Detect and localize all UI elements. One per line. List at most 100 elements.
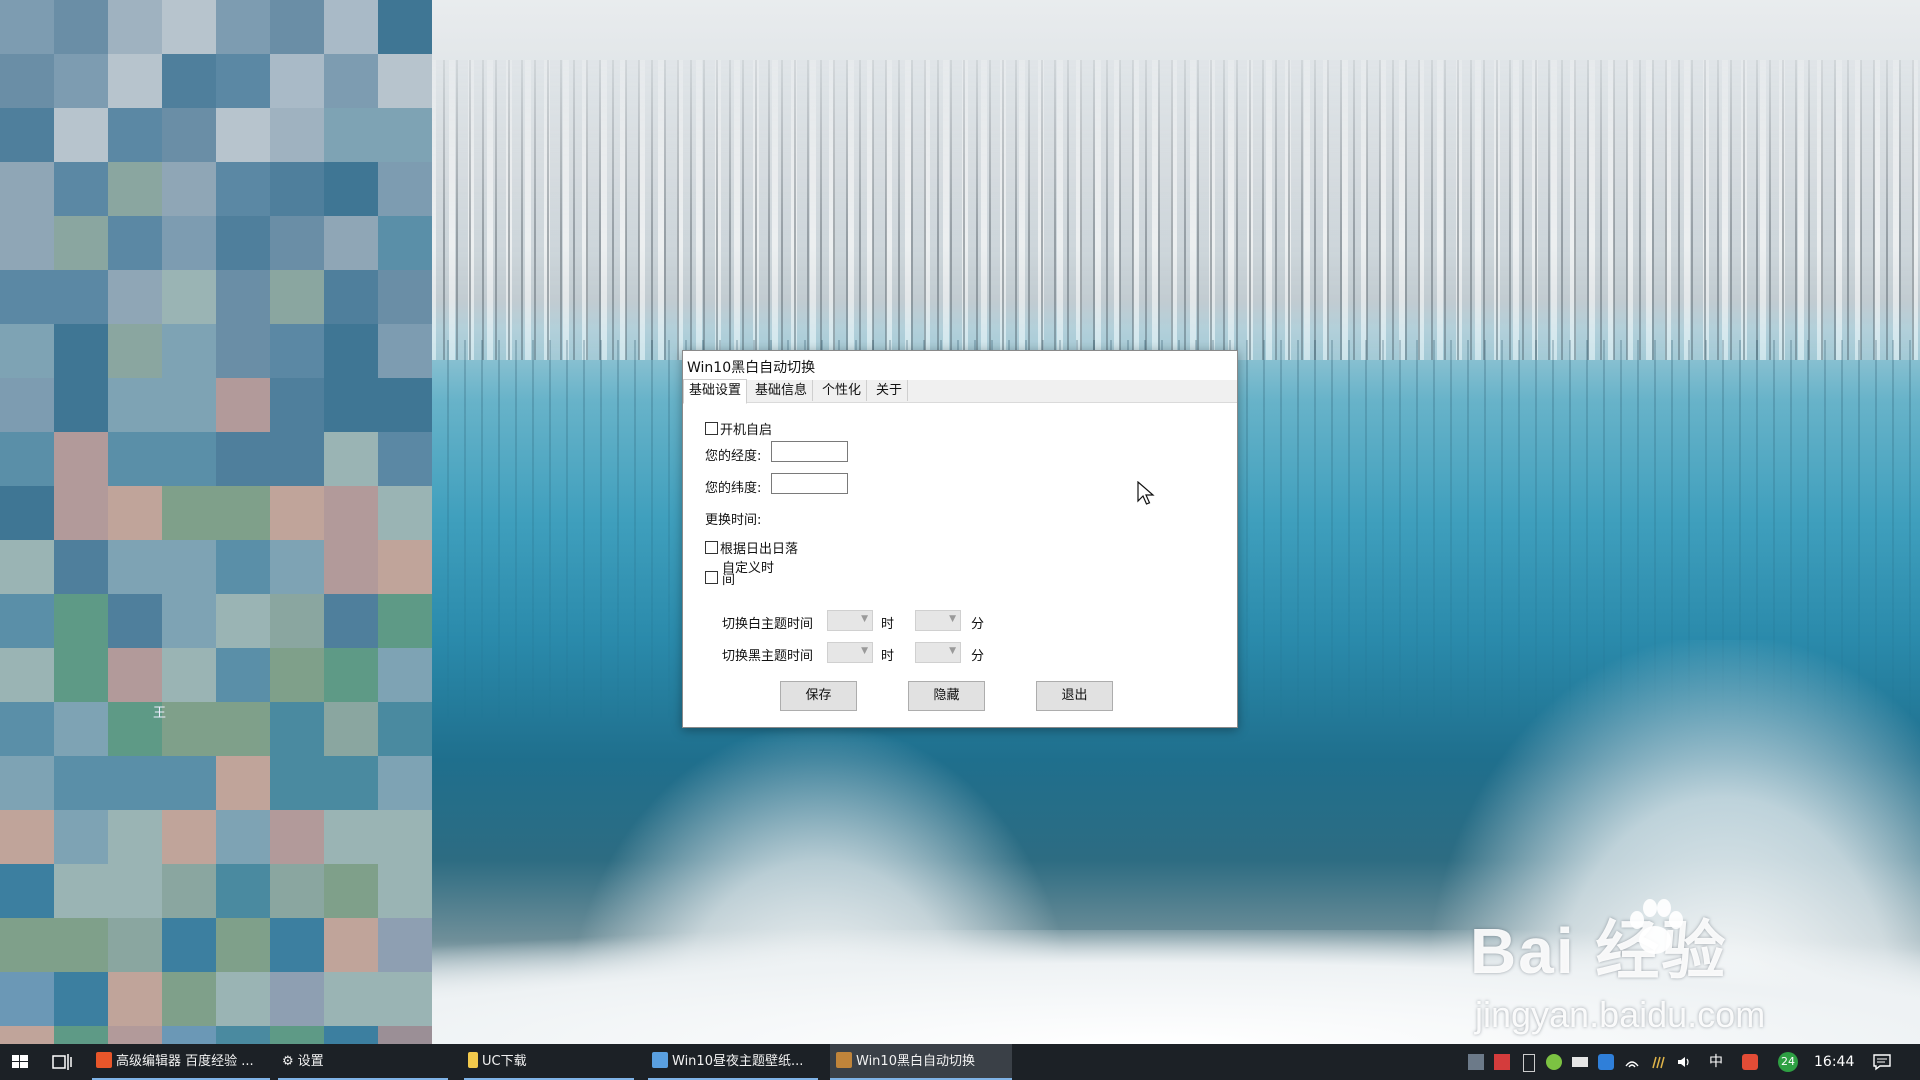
mosaic-tile: [54, 162, 108, 216]
mosaic-tile: [324, 756, 378, 810]
mosaic-tile: [0, 918, 54, 972]
autostart-checkbox[interactable]: [705, 422, 718, 435]
mail-icon[interactable]: [1494, 1054, 1510, 1070]
dark-minute-select[interactable]: ▼: [915, 642, 961, 663]
mosaic-tile: [378, 216, 432, 270]
taskbar-item-uc-download[interactable]: UC下载: [464, 1044, 634, 1080]
mosaic-tile: [378, 270, 432, 324]
mosaic-tile: [108, 918, 162, 972]
tab-basic-info[interactable]: 基础信息: [750, 380, 814, 401]
tab-strip: 基础设置 基础信息 个性化 关于: [683, 379, 1237, 404]
mosaic-tile: [0, 108, 54, 162]
hide-button[interactable]: 隐藏: [908, 681, 985, 711]
mosaic-tile: [0, 756, 54, 810]
mosaic-tile: [270, 324, 324, 378]
volume-icon[interactable]: [1676, 1054, 1692, 1070]
custom-time-label: 自定义时 间: [722, 561, 775, 588]
taskbar-item-editor[interactable]: 高级编辑器 百度经验 ...: [92, 1044, 270, 1080]
custom-time-option[interactable]: [705, 571, 720, 587]
mosaic-tile: [162, 432, 216, 486]
mosaic-tile: [162, 864, 216, 918]
mosaic-tile: [162, 702, 216, 756]
mosaic-tile: [162, 378, 216, 432]
mosaic-tile: [108, 756, 162, 810]
mosaic-tile: [54, 702, 108, 756]
mosaic-tile: [324, 0, 378, 54]
exit-button[interactable]: 退出: [1036, 681, 1113, 711]
mosaic-tile: [378, 378, 432, 432]
tray-app-icon[interactable]: [1468, 1054, 1484, 1070]
dark-hour-unit: 时: [881, 649, 895, 664]
taskbar-item-settings[interactable]: ⚙ 设置: [278, 1044, 448, 1080]
window-title: Win10黑白自动切换: [687, 360, 816, 376]
tab-about[interactable]: 关于: [871, 380, 909, 401]
mosaic-tile: [54, 810, 108, 864]
mouse-cursor-icon: [1137, 481, 1155, 505]
mosaic-tile: [108, 540, 162, 594]
window-titlebar[interactable]: Win10黑白自动切换: [683, 351, 1237, 379]
mosaic-tile: [54, 648, 108, 702]
mosaic-tile: [54, 378, 108, 432]
autostart-option[interactable]: 开机自启: [705, 419, 772, 438]
task-view-icon[interactable]: [44, 1044, 80, 1080]
mosaic-tile: [324, 594, 378, 648]
mosaic-tile: [162, 54, 216, 108]
wifi-icon[interactable]: [1624, 1054, 1640, 1070]
mosaic-tile: [108, 432, 162, 486]
mosaic-tile: [378, 162, 432, 216]
app-icon: [836, 1052, 852, 1068]
mosaic-tile: [270, 702, 324, 756]
dark-theme-time-label: 切换黑主题时间: [722, 649, 814, 664]
sunrise-sunset-option[interactable]: 根据日出日落: [705, 538, 798, 557]
mosaic-tile: [54, 0, 108, 54]
mosaic-tile: [162, 756, 216, 810]
mosaic-tile: [378, 486, 432, 540]
battery-icon[interactable]: [1572, 1057, 1588, 1067]
windows-start-icon[interactable]: [0, 1044, 40, 1080]
notification-badge[interactable]: 24: [1778, 1052, 1798, 1072]
mosaic-tile: [378, 810, 432, 864]
mosaic-tile: [270, 270, 324, 324]
mosaic-tile: [108, 378, 162, 432]
mosaic-tile: [54, 54, 108, 108]
light-hour-select[interactable]: ▼: [827, 610, 873, 631]
dark-hour-select[interactable]: ▼: [827, 642, 873, 663]
sunrise-sunset-label: 根据日出日落: [720, 542, 799, 557]
mosaic-tile: [270, 54, 324, 108]
mosaic-tile: [216, 432, 270, 486]
latitude-input[interactable]: [771, 473, 848, 494]
taskbar: 高级编辑器 百度经验 ... ⚙ 设置 UC下载 Win10昼夜主题壁纸... W…: [0, 1044, 1920, 1080]
save-button[interactable]: 保存: [780, 681, 857, 711]
tab-basic-settings[interactable]: 基础设置: [683, 379, 748, 404]
taskbar-item-wallpaper-folder[interactable]: Win10昼夜主题壁纸...: [648, 1044, 818, 1080]
baidu-paw-icon: [1630, 899, 1683, 954]
mosaic-tile: [324, 702, 378, 756]
mosaic-artifact: 王: [153, 706, 167, 721]
mosaic-tile: [108, 810, 162, 864]
light-theme-time-label: 切换白主题时间: [722, 617, 814, 632]
mosaic-tile: [216, 810, 270, 864]
mosaic-tile: [0, 0, 54, 54]
app-k-icon[interactable]: [1598, 1054, 1614, 1070]
custom-time-checkbox[interactable]: [705, 571, 718, 584]
mosaic-tile: [54, 486, 108, 540]
sogou-input-icon[interactable]: [1742, 1054, 1758, 1070]
sunrise-sunset-checkbox[interactable]: [705, 541, 718, 554]
mosaic-tile: [0, 972, 54, 1026]
mosaic-tile: [324, 378, 378, 432]
light-minute-select[interactable]: ▼: [915, 610, 961, 631]
action-center-icon[interactable]: [1872, 1053, 1892, 1071]
taskbar-item-theme-switcher[interactable]: Win10黑白自动切换: [830, 1044, 1012, 1080]
mosaic-tile: [378, 54, 432, 108]
360-security-icon[interactable]: [1546, 1054, 1562, 1070]
mosaic-tile: [216, 54, 270, 108]
tab-personalization[interactable]: 个性化: [817, 380, 868, 401]
clock[interactable]: 16:44: [1814, 1044, 1854, 1080]
usb-drive-icon[interactable]: [1523, 1054, 1535, 1072]
network-signal-icon[interactable]: [1650, 1054, 1666, 1070]
mosaic-tile: [108, 0, 162, 54]
mosaic-tile: [324, 810, 378, 864]
longitude-input[interactable]: [771, 441, 848, 462]
mosaic-tile: [216, 918, 270, 972]
ime-indicator[interactable]: 中: [1709, 1044, 1723, 1080]
